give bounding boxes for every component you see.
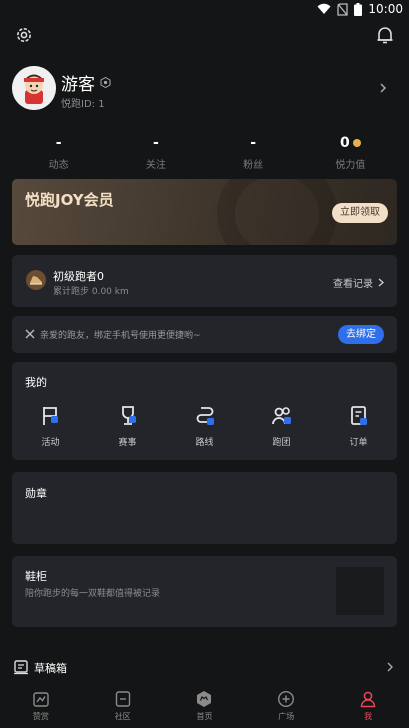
my-item-label: 跑团 [272,438,291,448]
shoe-cabinet-card[interactable]: 鞋柜 陪你跑步的每一双鞋都值得被记录 [12,556,397,627]
chevron-right-icon [387,662,393,672]
no-sim-icon [337,2,349,16]
runner-avatar-icon [12,66,56,110]
wifi-icon [317,3,331,14]
tab-me[interactable]: 我 [327,690,409,728]
claim-now-button[interactable]: 立即领取 [332,203,388,223]
notification-bell-icon[interactable] [375,25,395,45]
my-item-races[interactable]: 赛事 [89,404,166,448]
shoe-cabinet-subtitle: 陪你跑步的每一双鞋都值得被记录 [25,589,161,599]
battery-icon [354,2,363,16]
view-records-label: 查看记录 [333,279,373,290]
user-id: 悦跑ID: 1 [61,99,105,110]
tab-home[interactable]: 首页 [164,690,246,728]
joy-title: 悦跑JOY会员 [25,191,114,209]
profile-header[interactable]: 游客 悦跑ID: 1 [10,66,399,114]
community-icon [115,691,130,707]
top-bar [0,22,409,52]
bind-phone-card: 亲爱的跑友，绑定手机号使用更便捷哟~ 去绑定 [12,316,397,353]
tab-label: 赞赏 [32,712,49,721]
medals-card[interactable]: 勋章 [12,472,397,544]
my-item-running-groups[interactable]: 跑团 [243,404,320,448]
runner-level-name: 初级跑者0 [53,270,104,283]
my-item-label: 赛事 [118,438,137,448]
status-bar: 10:00 [0,0,409,20]
my-item-activities[interactable]: 活动 [12,404,89,448]
group-icon [271,407,291,425]
flag-icon [42,407,58,425]
stat-label: 粉丝 [243,160,264,171]
drafts-row[interactable]: 草稿箱 [13,657,397,677]
stat-value: - [55,135,62,151]
nickname: 游客 [61,75,95,95]
bind-phone-text: 亲爱的跑友，绑定手机号使用更便捷哟~ [40,331,201,341]
stat-label: 悦力值 [335,160,366,171]
chevron-right-icon [380,83,387,93]
plus-circle-icon [278,690,295,708]
runner-level-card[interactable]: 初级跑者0 累计跑步 0.00 km 查看记录 [12,255,397,307]
stat-following[interactable]: - 关注 [107,134,204,174]
drafts-label: 草稿箱 [34,662,67,675]
tab-label: 首页 [196,712,213,721]
shoe-cabinet-title: 鞋柜 [25,570,47,583]
view-records-link[interactable]: 查看记录 [333,275,385,290]
avatar[interactable] [12,66,56,110]
stat-posts[interactable]: - 动态 [10,134,107,174]
stat-value: - [152,135,159,151]
tab-community[interactable]: 社区 [82,690,164,728]
my-section-title: 我的 [25,376,47,389]
joy-membership-banner[interactable]: 悦跑JOY会员 立即领取 [12,179,397,245]
stat-value: 0 [340,135,350,151]
bottom-tab-bar: 赞赏 社区 首页 广场 我 [0,690,409,728]
stat-followers[interactable]: - 粉丝 [205,134,302,174]
tab-label: 我 [364,712,373,721]
tab-label: 社区 [114,712,131,721]
settings-gear-icon[interactable] [14,25,34,45]
medals-title: 勋章 [25,487,47,500]
trophy-icon [121,406,136,425]
stat-label: 动态 [48,160,69,171]
my-section: 我的 活动 赛事 路线 跑团 订单 [12,362,397,460]
route-icon [196,407,214,425]
shoe-image-placeholder [336,567,384,615]
stat-label: 关注 [145,160,166,171]
chevron-right-icon [378,278,384,287]
my-item-orders[interactable]: 订单 [320,404,397,448]
close-icon[interactable] [24,328,36,340]
tab-appreciate[interactable]: 赞赏 [0,690,82,728]
my-item-label: 订单 [349,438,368,448]
bind-phone-button[interactable]: 去绑定 [338,325,384,344]
chart-icon [33,692,49,707]
status-time: 10:00 [368,2,403,16]
order-icon [350,406,367,425]
banner-decoration [217,179,337,245]
my-item-label: 路线 [195,438,214,448]
hexagon-badge-icon [100,77,111,88]
stat-joy-points[interactable]: 0 悦力值 [302,134,399,174]
stat-value: - [250,135,257,151]
nickname-row: 游客 [61,70,111,95]
tab-square[interactable]: 广场 [245,690,327,728]
stats-row: - 动态 - 关注 - 粉丝 0 悦力值 [10,134,399,174]
my-item-routes[interactable]: 路线 [166,404,243,448]
runner-level-icon [26,270,46,290]
run-home-icon [197,691,212,707]
coin-icon [352,139,361,147]
profile-icon [360,691,376,708]
tab-label: 广场 [278,712,295,721]
total-distance: 累计跑步 0.00 km [53,287,129,297]
my-item-label: 活动 [41,438,60,448]
drafts-box-icon [14,660,28,675]
